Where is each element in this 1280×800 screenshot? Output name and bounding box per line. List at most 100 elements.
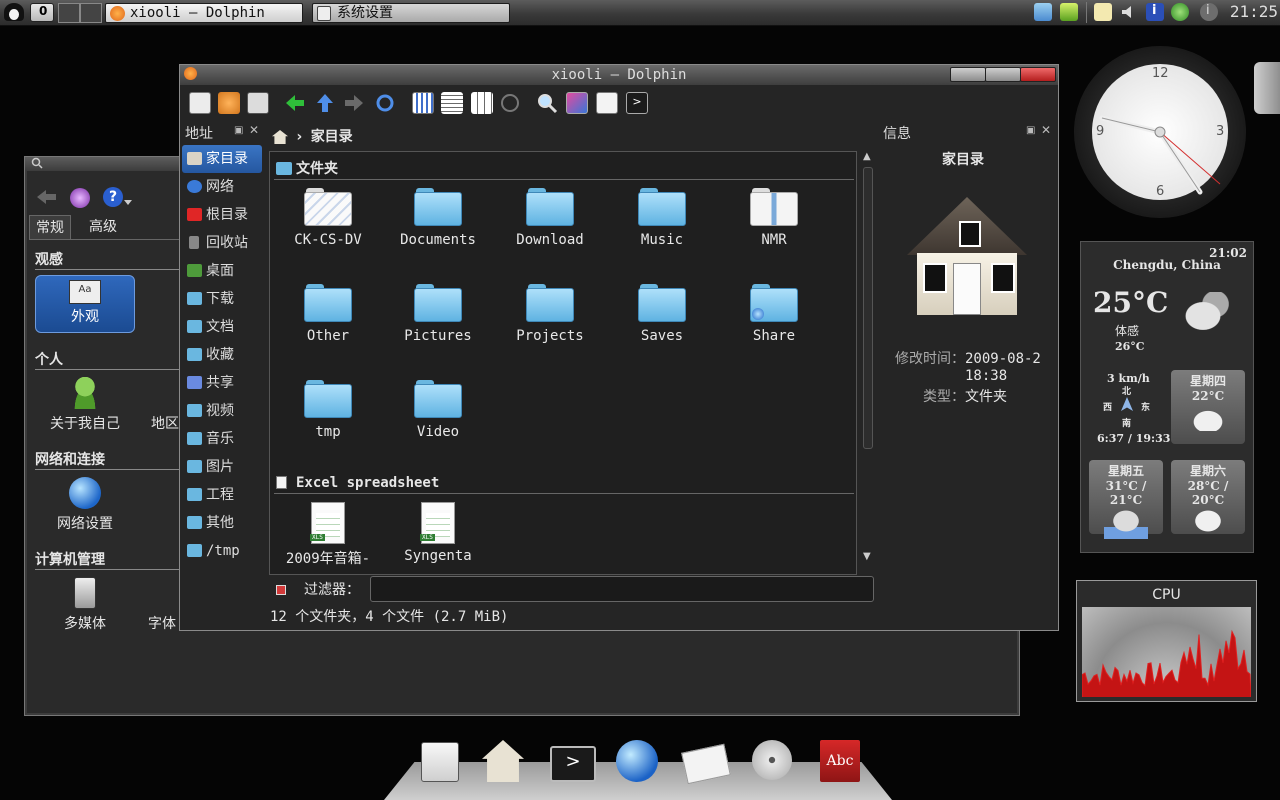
file-item[interactable]: Music	[608, 188, 716, 248]
new-folder-icon[interactable]	[189, 92, 211, 114]
close-pane-icon[interactable]: ✕	[249, 123, 259, 137]
file-item[interactable]: XLS Syngenta	[384, 502, 492, 572]
cpu-monitor-widget[interactable]: CPU	[1076, 580, 1257, 702]
columns-view-icon[interactable]	[471, 92, 493, 114]
file-item[interactable]: XLS 2009年音箱-	[274, 502, 382, 572]
pager-desktop-3[interactable]	[80, 3, 102, 23]
weather-widget[interactable]: 21:02 Chengdu, China 25°C 体感 26°C 3 km/h…	[1080, 241, 1254, 553]
file-item[interactable]: tmp	[274, 380, 382, 440]
minimize-button[interactable]	[950, 67, 986, 82]
pager-desktop-2[interactable]	[58, 3, 80, 23]
place-other[interactable]: 其他	[182, 509, 262, 537]
notifications-tray-icon[interactable]: i	[1200, 3, 1218, 21]
file-item[interactable]: Video	[384, 380, 492, 440]
terminal-icon[interactable]: >	[626, 92, 648, 114]
file-view-scrollbar[interactable]: ▲ ▼	[861, 151, 875, 575]
place-music[interactable]: 音乐	[182, 425, 262, 453]
kickoff-penguin-icon[interactable]	[4, 3, 24, 21]
breadcrumb[interactable]: › 家目录	[272, 126, 353, 146]
file-item[interactable]: Share	[720, 284, 828, 344]
place-network[interactable]: 网络	[182, 173, 262, 201]
place-documents[interactable]: 文档	[182, 313, 262, 341]
help-icon[interactable]: ?	[103, 187, 123, 207]
detach-pane-icon[interactable]: ▣	[234, 125, 243, 136]
file-item[interactable]: NMR	[720, 188, 828, 248]
place-pictures[interactable]: 图片	[182, 453, 262, 481]
chevron-down-icon[interactable]	[124, 200, 132, 206]
place-home[interactable]: 家目录	[182, 145, 262, 173]
tab-advanced[interactable]: 高级	[83, 215, 123, 239]
panel-handle[interactable]	[1254, 62, 1280, 114]
region-item[interactable]: 地区	[151, 377, 181, 433]
place-trash[interactable]: 回收站	[182, 229, 262, 257]
place-share[interactable]: 共享	[182, 369, 262, 397]
file-view[interactable]: 文件夹 CK-CS-DV Documents Download Music NM…	[269, 151, 857, 575]
dock-browser-globe-icon[interactable]	[616, 740, 660, 784]
close-pane-icon[interactable]: ✕	[1041, 123, 1051, 137]
place-root[interactable]: 根目录	[182, 201, 262, 229]
clipboard-tray-icon[interactable]	[1094, 3, 1112, 21]
cpu-load-graph	[1081, 629, 1252, 698]
battery-tray-icon[interactable]	[1060, 3, 1078, 21]
filter-clear-icon[interactable]	[276, 585, 286, 595]
scroll-down-icon[interactable]: ▼	[863, 551, 871, 562]
dock-terminal-icon[interactable]: >	[550, 740, 596, 784]
dock-home-icon[interactable]	[482, 740, 526, 784]
place-downloads[interactable]: 下载	[182, 285, 262, 313]
settings-overview-icon[interactable]	[70, 188, 90, 208]
file-item[interactable]: Saves	[608, 284, 716, 344]
about-me-item[interactable]: 关于我自己	[35, 377, 135, 433]
task-system-settings[interactable]: 系统设置	[312, 3, 510, 23]
back-arrow-icon[interactable]	[284, 92, 306, 114]
preview-toggle-icon[interactable]	[501, 94, 519, 112]
window-app-icon[interactable]	[184, 67, 197, 80]
file-item[interactable]: CK-CS-DV	[274, 188, 382, 248]
details-view-icon[interactable]	[441, 92, 463, 114]
task-dolphin[interactable]: xiooli — Dolphin	[105, 3, 303, 23]
file-item[interactable]: Pictures	[384, 284, 492, 344]
place-projects[interactable]: 工程	[182, 481, 262, 509]
icons-view-icon[interactable]	[412, 92, 434, 114]
close-button[interactable]	[1020, 67, 1056, 82]
file-item[interactable]: Documents	[384, 188, 492, 248]
network-tray-icon[interactable]	[1034, 3, 1052, 21]
multimedia-item[interactable]: 多媒体	[35, 577, 135, 633]
dock-media-disc-icon[interactable]	[752, 740, 796, 784]
back-arrow-icon[interactable]	[35, 187, 59, 207]
network-settings-item[interactable]: 网络设置	[35, 477, 135, 533]
network-folder-icon[interactable]	[218, 92, 240, 114]
fonts-item[interactable]: 字体	[148, 577, 182, 633]
info-tray-icon[interactable]: i	[1146, 3, 1164, 21]
dock-mail-icon[interactable]	[681, 740, 731, 785]
maximize-button[interactable]	[985, 67, 1021, 82]
place-favorites[interactable]: 收藏	[182, 341, 262, 369]
panel-clock[interactable]: 21:25	[1230, 2, 1278, 21]
filter-input[interactable]	[370, 576, 874, 602]
forward-arrow-icon[interactable]	[343, 92, 365, 114]
dock-dictionary-icon[interactable]: Abc	[820, 740, 864, 784]
reload-icon[interactable]	[374, 92, 396, 114]
appearance-item[interactable]: Aa 外观	[35, 275, 135, 333]
split-view-icon[interactable]	[566, 92, 588, 114]
search-icon[interactable]	[536, 92, 558, 114]
scroll-thumb[interactable]	[863, 167, 873, 449]
place-desktop[interactable]: 桌面	[182, 257, 262, 285]
volume-tray-icon[interactable]	[1120, 3, 1138, 21]
place-tmp[interactable]: /tmp	[182, 537, 262, 565]
tab-general[interactable]: 常规	[29, 215, 71, 240]
updates-tray-icon[interactable]	[1171, 3, 1189, 21]
file-item[interactable]: Other	[274, 284, 382, 344]
analog-clock-widget[interactable]: 12 3 6 9	[1074, 46, 1246, 218]
file-item[interactable]: Download	[496, 188, 604, 248]
terminal-folder-icon[interactable]	[247, 92, 269, 114]
place-videos[interactable]: 视频	[182, 397, 262, 425]
up-arrow-icon[interactable]	[314, 92, 336, 114]
detach-pane-icon[interactable]: ▣	[1026, 125, 1035, 136]
desktop-pager[interactable]: 0	[30, 3, 54, 22]
new-tab-icon[interactable]	[596, 92, 618, 114]
dock-switch-icon[interactable]	[418, 740, 462, 784]
panel-separator	[1086, 2, 1087, 23]
scroll-up-icon[interactable]: ▲	[863, 151, 871, 162]
dolphin-titlebar[interactable]: xiooli — Dolphin	[180, 65, 1058, 85]
file-item[interactable]: Projects	[496, 284, 604, 344]
